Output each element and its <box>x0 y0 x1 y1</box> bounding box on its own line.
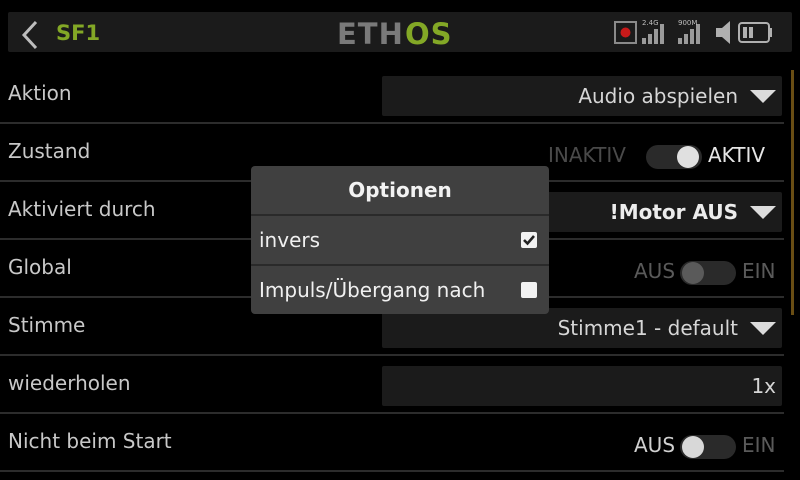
row-label: Stimme <box>8 313 86 337</box>
svg-text:OS: OS <box>405 17 453 49</box>
state-toggle[interactable]: INAKTIV AKTIV <box>548 138 780 172</box>
row-label: Aktion <box>8 81 72 105</box>
record-icon <box>614 21 637 44</box>
dropdown-value: !Motor AUS <box>609 200 738 224</box>
dropdown-arrow-icon <box>750 322 776 335</box>
toggle-knob <box>682 262 704 284</box>
voice-dropdown[interactable]: Stimme1 - default <box>382 308 782 348</box>
global-toggle[interactable]: AUS EIN <box>630 254 780 288</box>
ethos-logo: ETH OS <box>337 17 463 51</box>
status-icons: 2.4G 900M <box>612 16 792 48</box>
signal-2-4g-label: 2.4G <box>642 19 659 27</box>
row-label: Aktiviert durch <box>8 197 156 221</box>
checkmark-icon <box>523 235 535 246</box>
row-wiederholen: wiederholen 1x <box>0 354 784 414</box>
toggle-off-label: INAKTIV <box>548 143 626 167</box>
signal-2-4g-icon <box>642 24 664 44</box>
toggle-track[interactable] <box>680 435 736 459</box>
toggle-off-label: AUS <box>634 259 676 283</box>
field-value: 1x <box>751 374 776 398</box>
option-label: Impuls/Übergang nach <box>259 278 486 302</box>
toggle-knob <box>677 146 699 168</box>
row-label: Nicht beim Start <box>8 429 172 453</box>
speaker-icon <box>716 21 730 44</box>
row-aktion: Aktion Audio abspielen <box>0 64 784 124</box>
toggle-on-label: EIN <box>742 259 776 283</box>
toggle-knob <box>682 436 704 458</box>
svg-text:ETH: ETH <box>337 17 404 49</box>
action-dropdown[interactable]: Audio abspielen <box>382 76 782 116</box>
option-impuls[interactable]: Impuls/Übergang nach <box>251 266 549 314</box>
row-label: Global <box>8 255 72 279</box>
row-nicht-beim-start: Nicht beim Start AUS EIN <box>0 412 784 472</box>
screen-title: SF1 <box>56 21 101 45</box>
battery-icon <box>738 22 772 43</box>
back-button[interactable] <box>12 17 48 53</box>
top-bar: SF1 ETH OS 2.4G 900M <box>0 0 800 60</box>
row-label: wiederholen <box>8 371 131 395</box>
dropdown-value: Stimme1 - default <box>557 316 738 340</box>
dropdown-arrow-icon <box>750 206 776 219</box>
dropdown-arrow-icon <box>750 90 776 103</box>
skip-on-start-toggle[interactable]: AUS EIN <box>630 428 780 462</box>
options-popup: Optionen invers Impuls/Übergang nach <box>251 166 549 314</box>
toggle-on-label: EIN <box>742 433 776 457</box>
impuls-checkbox[interactable] <box>521 282 537 298</box>
option-label: invers <box>259 228 321 252</box>
signal-900m-label: 900M <box>678 19 697 27</box>
toggle-track[interactable] <box>646 145 702 169</box>
row-label: Zustand <box>8 139 91 163</box>
scrollbar[interactable] <box>791 70 794 315</box>
popup-title: Optionen <box>251 166 549 216</box>
dropdown-value: Audio abspielen <box>578 84 738 108</box>
toggle-track[interactable] <box>680 261 736 285</box>
option-invers[interactable]: invers <box>251 216 549 266</box>
toggle-off-label: AUS <box>634 433 676 457</box>
invers-checkbox[interactable] <box>521 232 537 248</box>
signal-900m-icon <box>678 24 700 44</box>
toggle-on-label: AKTIV <box>708 143 766 167</box>
chevron-left-icon <box>21 20 38 50</box>
repeat-field[interactable]: 1x <box>382 366 782 406</box>
